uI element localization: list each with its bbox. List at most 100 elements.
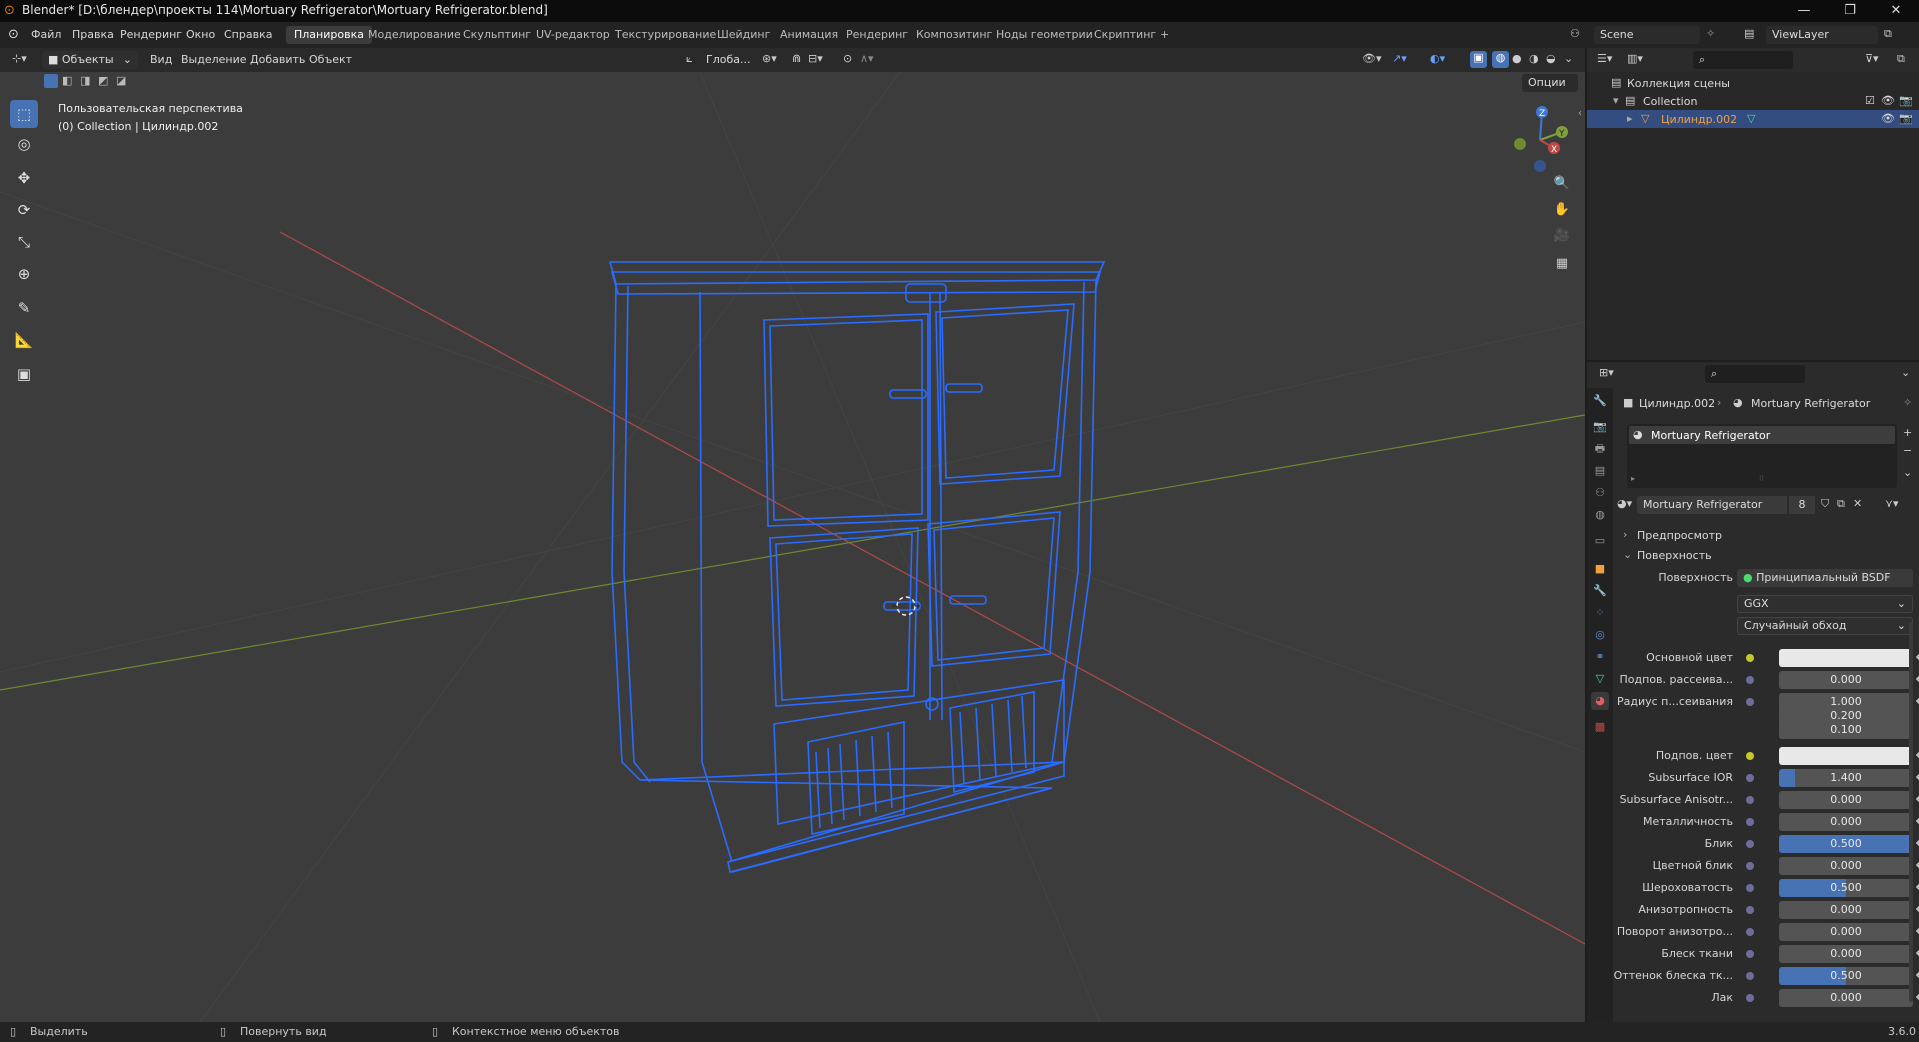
material-shading-icon[interactable]: ◑ (1529, 52, 1539, 65)
subsurface-method-dropdown[interactable]: Случайный обход ⌄ (1737, 617, 1913, 635)
menu-add[interactable]: Добавить (250, 53, 305, 66)
snap-target-icon[interactable]: ⊟▾ (808, 52, 823, 65)
options-dropdown[interactable]: Опции (1522, 74, 1578, 92)
tree-row-collection[interactable]: ▾ ▤ Collection ☑ 👁 📷 (1587, 92, 1919, 110)
visibility-eye-icon[interactable]: 👁 (1881, 94, 1895, 107)
tab-animation[interactable]: Анимация (772, 26, 846, 44)
overlays-toggle-icon[interactable]: ◐▾ (1430, 52, 1445, 65)
visibility-icon[interactable]: 👁▾ (1362, 52, 1382, 65)
new-collection-icon[interactable]: ⧉ (1897, 52, 1905, 66)
physics-tab-icon[interactable]: ◎ (1591, 626, 1609, 644)
object-visibility-eye-icon[interactable]: 👁 (1881, 112, 1895, 125)
select-extend-icon[interactable]: ◧ (62, 74, 72, 87)
pin-icon[interactable]: ✧ (1903, 396, 1912, 409)
wireframe-shading-icon[interactable]: ◍ (1492, 51, 1509, 68)
menu-object[interactable]: Объект (309, 53, 352, 66)
socket-dot-icon[interactable] (1746, 950, 1754, 958)
fake-user-shield-icon[interactable]: ⛉ (1821, 497, 1829, 511)
collapse-arrow-icon[interactable]: ▾ (1613, 94, 1619, 107)
data-tab-icon[interactable]: ▽ (1591, 670, 1609, 688)
surface-shader-selector[interactable]: ● Принципиальный BSDF (1737, 569, 1913, 587)
tab-sculpting[interactable]: Скульптинг (455, 26, 539, 44)
number-slider-field[interactable]: 0.000 (1779, 813, 1913, 831)
menu-window[interactable]: Окно (186, 28, 215, 41)
number-slider-field[interactable]: 0.500 (1779, 879, 1913, 897)
mesh-data-icon[interactable]: ▽ (1747, 112, 1755, 125)
slot-menu-chevron-icon[interactable]: ⌄ (1903, 466, 1912, 479)
transform-orientation-selector[interactable]: Глоба... (700, 51, 754, 69)
tab-shading[interactable]: Шейдинг (709, 26, 778, 44)
object-render-camera-icon[interactable]: 📷 (1899, 112, 1913, 125)
select-subtract-icon[interactable]: ◨ (80, 74, 90, 87)
socket-dot-icon[interactable] (1746, 972, 1754, 980)
rendered-shading-icon[interactable]: ◒ (1546, 52, 1556, 65)
navigation-gizmo[interactable]: Z Y X (1500, 100, 1580, 180)
socket-dot-icon[interactable] (1746, 676, 1754, 684)
tab-uv-editor[interactable]: UV-редактор (528, 26, 618, 44)
scale-tool-icon[interactable]: ⤡ (10, 228, 38, 256)
number-slider-field[interactable]: 0.000 (1779, 857, 1913, 875)
gizmo-toggle-icon[interactable]: ↗▾ (1392, 52, 1407, 65)
new-view-layer-icon[interactable]: ⧉ (1884, 27, 1892, 41)
properties-search-input[interactable]: ⌕ (1705, 365, 1805, 383)
socket-dot-icon[interactable] (1746, 796, 1754, 804)
expand-arrow-icon[interactable]: ▸ (1627, 112, 1633, 125)
material-tab-icon[interactable]: ◕ (1591, 692, 1609, 710)
node-link-icon[interactable]: ⋎▾ (1885, 497, 1899, 510)
collection-tab-icon[interactable]: ▭ (1591, 532, 1609, 550)
number-slider-field[interactable]: 0.500 (1779, 967, 1913, 985)
menu-select[interactable]: Выделение (181, 53, 247, 66)
add-workspace-button[interactable]: + (1152, 26, 1177, 44)
object-tab-icon[interactable]: ■ (1591, 560, 1609, 578)
outliner-editor-icon[interactable]: ☰▾ (1597, 52, 1612, 65)
restore-button[interactable]: ❐ (1827, 0, 1873, 22)
number-slider-field[interactable]: 0.500 (1779, 835, 1913, 853)
browse-material-icon[interactable]: ◕▾ (1617, 497, 1632, 510)
snap-icon[interactable]: ⋒ (792, 52, 801, 65)
3d-viewport[interactable]: ◧ ◨ ◩ ◪ ⬚ ◎ ✥ ⟳ ⤡ ⊕ ✎ 📐 ▣ Пользовательск… (0, 72, 1585, 1022)
surface-panel-header[interactable]: ⌄ Поверхность (1619, 546, 1915, 564)
annotate-tool-icon[interactable]: ✎ (10, 294, 38, 322)
display-mode-icon[interactable]: ▥▾ (1627, 52, 1643, 65)
pan-hand-icon[interactable]: ✋ (1550, 198, 1574, 222)
material-slot-row[interactable]: ◕ Mortuary Refrigerator (1629, 426, 1895, 444)
particles-tab-icon[interactable]: ⁘ (1591, 604, 1609, 622)
shading-options-icon[interactable]: ⌄ (1564, 52, 1573, 65)
view-layer-tab-icon[interactable]: ▤ (1591, 462, 1609, 480)
tab-texturing[interactable]: Текстурирование (607, 26, 724, 44)
number-slider-field[interactable]: 0.000 (1779, 923, 1913, 941)
number-slider-field[interactable]: 0.100 (1779, 721, 1913, 739)
socket-dot-icon[interactable] (1746, 884, 1754, 892)
ortho-grid-icon[interactable]: ▦ (1550, 252, 1574, 276)
camera-view-icon[interactable]: 🎥 (1550, 224, 1574, 248)
menu-help[interactable]: Справка (224, 28, 272, 41)
sidebar-toggle-icon[interactable]: ‹ (1578, 108, 1582, 119)
properties-scrollbar[interactable] (1909, 622, 1913, 1002)
tab-geometry-nodes[interactable]: Ноды геометрии (988, 26, 1101, 44)
solid-shading-icon[interactable]: ● (1512, 52, 1522, 65)
filter-icon[interactable]: ⊽▾ (1865, 52, 1879, 65)
proportional-editing-icon[interactable]: ⊙ (843, 52, 852, 65)
tab-rendering[interactable]: Рендеринг (838, 26, 916, 44)
minimize-button[interactable]: — (1781, 0, 1827, 22)
socket-dot-icon[interactable] (1746, 928, 1754, 936)
render-camera-icon[interactable]: 📷 (1899, 94, 1913, 107)
output-tab-icon[interactable]: 🖶 (1591, 440, 1609, 458)
zoom-icon[interactable]: 🔍 (1550, 172, 1574, 196)
rotate-tool-icon[interactable]: ⟳ (10, 196, 38, 224)
menu-view[interactable]: Вид (150, 53, 172, 66)
number-slider-field[interactable]: 0.000 (1779, 945, 1913, 963)
falloff-icon[interactable]: ∧▾ (860, 52, 874, 65)
number-slider-field[interactable]: 0.000 (1779, 671, 1913, 689)
constraints-tab-icon[interactable]: ⚭ (1591, 648, 1609, 666)
scene-tab-icon[interactable]: ⚇ (1591, 484, 1609, 502)
properties-editor-icon[interactable]: ⊞▾ (1599, 366, 1614, 379)
list-expand-icon[interactable]: ▸ (1631, 474, 1635, 483)
exclude-checkbox-icon[interactable]: ☑ (1865, 94, 1875, 107)
pin-scene-icon[interactable]: ✧ (1706, 27, 1715, 40)
select-invert-icon[interactable]: ◩ (98, 74, 108, 87)
preview-panel-header[interactable]: › Предпросмотр (1619, 526, 1915, 544)
tree-row-object[interactable]: ▸ ▽ Цилиндр.002 ▽ 👁 📷 (1587, 110, 1919, 128)
tab-modeling[interactable]: Моделирование (360, 26, 469, 44)
render-tab-icon[interactable]: 📷 (1591, 418, 1609, 436)
